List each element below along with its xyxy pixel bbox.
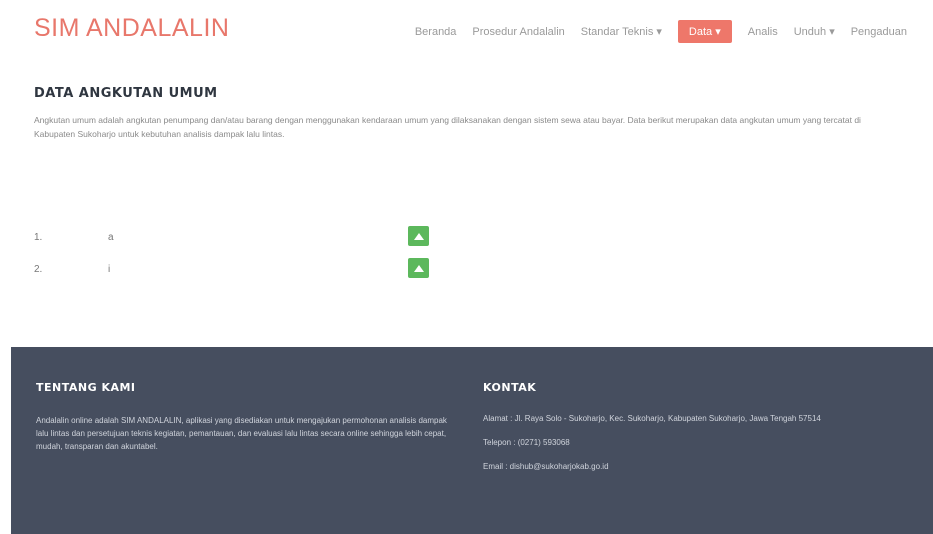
nav-item-beranda[interactable]: Beranda: [415, 26, 457, 38]
nav-item-data[interactable]: Data ▾: [677, 20, 732, 43]
contact-email[interactable]: Email : dishub@sukoharjokab.go.id: [483, 462, 923, 471]
footer: TENTANG KAMI Andalalin online adalah SIM…: [11, 347, 933, 534]
nav-item-unduh[interactable]: Unduh ▾: [794, 25, 835, 38]
table-row: 2. i: [34, 258, 494, 290]
row-number: 1.: [34, 232, 43, 243]
main-content: DATA ANGKUTAN UMUM Angkutan umum adalah …: [34, 86, 904, 141]
nav-item-prosedur[interactable]: Prosedur Andalalin: [472, 26, 564, 38]
contact-title: KONTAK: [483, 381, 537, 394]
nav-menu: Beranda Prosedur Andalalin Standar Tekni…: [399, 20, 907, 43]
brand-logo[interactable]: SIM ANDALALIN: [34, 14, 229, 43]
row-value: a: [108, 232, 114, 243]
navbar: SIM ANDALALIN Beranda Prosedur Andalalin…: [0, 0, 933, 62]
contact-address: Alamat : Jl. Raya Solo - Sukoharjo, Kec.…: [483, 414, 821, 423]
nav-item-standar-teknis[interactable]: Standar Teknis ▾: [581, 25, 662, 38]
nav-item-pengaduan[interactable]: Pengaduan: [851, 26, 907, 38]
row-value: i: [108, 264, 111, 275]
expand-up-button[interactable]: [408, 258, 429, 278]
about-title: TENTANG KAMI: [36, 381, 136, 394]
expand-up-button[interactable]: [408, 226, 429, 246]
contact-phone: Telepon : (0271) 593068: [483, 438, 570, 447]
data-table: 1. a 2. i: [34, 226, 494, 290]
nav-item-analis[interactable]: Analis: [748, 26, 778, 38]
arrow-up-icon: [413, 232, 424, 240]
footer-about: TENTANG KAMI Andalalin online adalah SIM…: [36, 381, 456, 453]
footer-contact: KONTAK Alamat : Jl. Raya Solo - Sukoharj…: [483, 381, 923, 471]
arrow-up-icon: [413, 264, 424, 272]
page-title: DATA ANGKUTAN UMUM: [34, 86, 218, 101]
row-number: 2.: [34, 264, 43, 275]
about-text: Andalalin online adalah SIM ANDALALIN, a…: [36, 416, 447, 451]
table-row: 1. a: [34, 226, 494, 258]
page-description: Angkutan umum adalah angkutan penumpang …: [34, 115, 861, 139]
